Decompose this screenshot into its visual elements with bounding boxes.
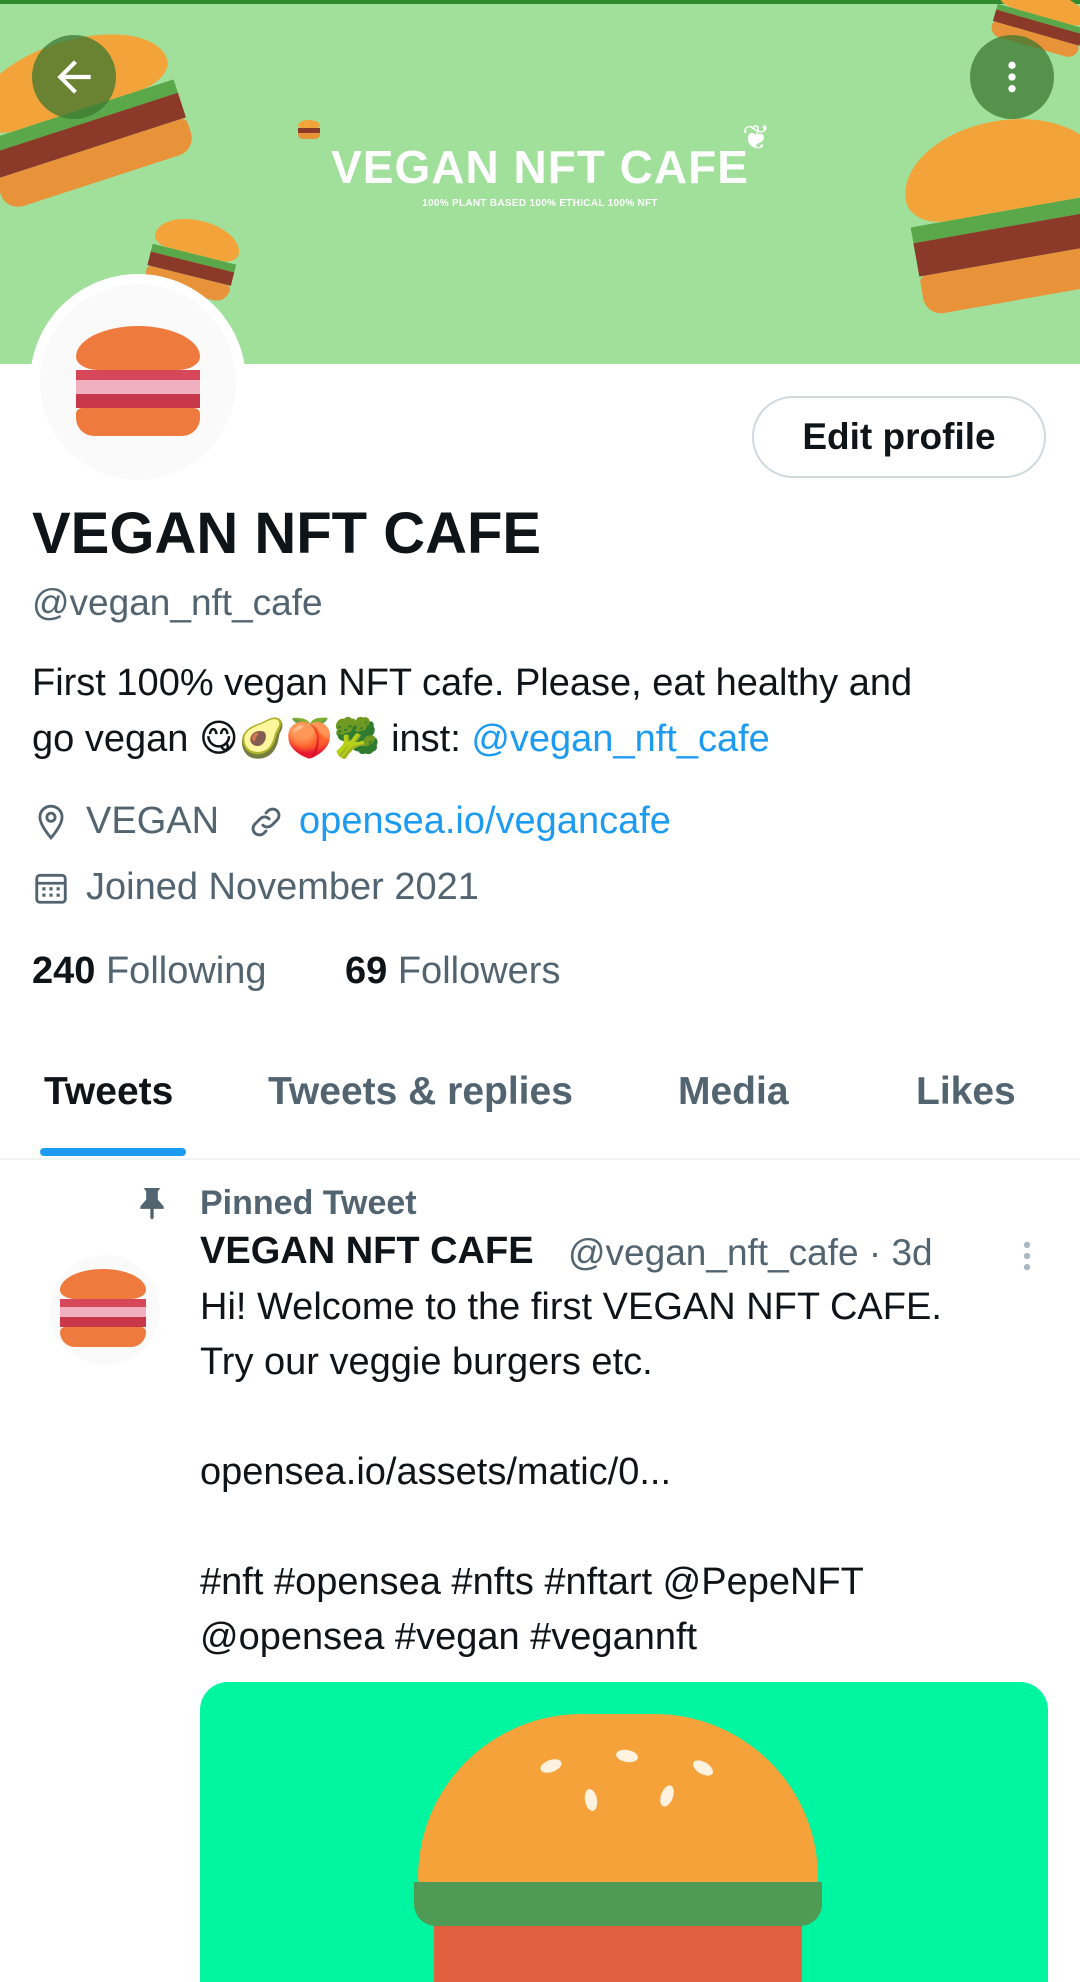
- following-label: Following: [105, 950, 267, 992]
- tab-tweets[interactable]: Tweets: [44, 1070, 173, 1114]
- tweet-media-image[interactable]: [200, 1682, 1048, 1982]
- more-options-button[interactable]: [970, 35, 1054, 119]
- media-burger-patty: [434, 1926, 802, 1982]
- followers-stat[interactable]: 69 Followers: [345, 950, 560, 993]
- back-button[interactable]: [32, 35, 116, 119]
- followers-label: Followers: [397, 950, 561, 992]
- tweet-author-handle-time: @vegan_nft_cafe · 3d: [568, 1232, 933, 1273]
- bio-inst-link[interactable]: @vegan_nft_cafe: [471, 718, 769, 760]
- profile-handle: @vegan_nft_cafe: [32, 582, 323, 623]
- active-tab-indicator: [40, 1148, 186, 1156]
- joined-row: Joined November 2021: [32, 866, 479, 909]
- joined-date: Joined November 2021: [86, 866, 479, 908]
- more-icon[interactable]: [1008, 1236, 1046, 1276]
- tweet-hashtags-line-2[interactable]: @opensea #vegan #vegannft: [200, 1616, 697, 1659]
- followers-count: 69: [345, 950, 388, 992]
- following-count: 240: [32, 950, 96, 992]
- bio-line-1: First 100% vegan NFT cafe. Please, eat h…: [32, 662, 913, 704]
- bio-line-2: go vegan 😋🥑🍑🥦 inst: @vegan_nft_cafe: [32, 716, 770, 761]
- following-stat[interactable]: 240 Following: [32, 950, 267, 993]
- tweet-avatar-burger: [60, 1269, 146, 1349]
- tab-tweets-replies[interactable]: Tweets & replies: [268, 1070, 573, 1114]
- profile-name: VEGAN NFT CAFE: [32, 501, 542, 566]
- tab-likes[interactable]: Likes: [916, 1070, 1016, 1114]
- tweet-text-line-2: Try our veggie burgers etc.: [200, 1341, 653, 1383]
- bio-emojis: 😋🥑🍑🥦: [198, 718, 381, 760]
- media-burger-bun: [418, 1714, 818, 1894]
- tweet-hashtags-line-1[interactable]: #nft #opensea #nfts #nftart @PepeNFT: [200, 1561, 864, 1604]
- profile-meta-row: VEGAN opensea.io/vegancafe: [32, 800, 671, 843]
- bio-text: go vegan: [32, 718, 189, 760]
- tab-media[interactable]: Media: [678, 1070, 789, 1114]
- media-burger-lettuce: [414, 1882, 822, 1926]
- pin-icon: [140, 1188, 164, 1220]
- profile-location: VEGAN: [86, 800, 220, 842]
- tabs-divider: [0, 1158, 1080, 1160]
- banner-logo-burger: [298, 120, 320, 140]
- profile-avatar[interactable]: [30, 274, 246, 490]
- back-arrow-icon: [57, 60, 91, 94]
- link-icon: [251, 807, 281, 836]
- banner-subtitle: 100% PLANT BASED 100% ETHICAL 100% NFT: [422, 198, 658, 209]
- tweet-author-avatar[interactable]: [50, 1255, 160, 1365]
- calendar-icon: [35, 873, 67, 904]
- banner-burger-right: [895, 104, 1080, 326]
- bio-inst-label: inst:: [391, 718, 461, 760]
- tweet-link[interactable]: opensea.io/assets/matic/0...: [200, 1451, 671, 1494]
- location-pin-icon: [38, 804, 64, 840]
- tweet-text-line-1: Hi! Welcome to the first VEGAN NFT CAFE.: [200, 1286, 942, 1328]
- avatar-burger: [76, 326, 200, 438]
- more-vertical-icon: [1008, 61, 1016, 93]
- banner-title: VEGAN NFT CAFE: [331, 141, 749, 193]
- tweet-author-name[interactable]: VEGAN NFT CAFE: [200, 1230, 534, 1273]
- top-accent-line: [0, 0, 1080, 4]
- profile-website-link[interactable]: opensea.io/vegancafe: [299, 800, 671, 843]
- edit-profile-button[interactable]: Edit profile: [752, 396, 1046, 478]
- pinned-tweet-label: Pinned Tweet: [200, 1184, 417, 1222]
